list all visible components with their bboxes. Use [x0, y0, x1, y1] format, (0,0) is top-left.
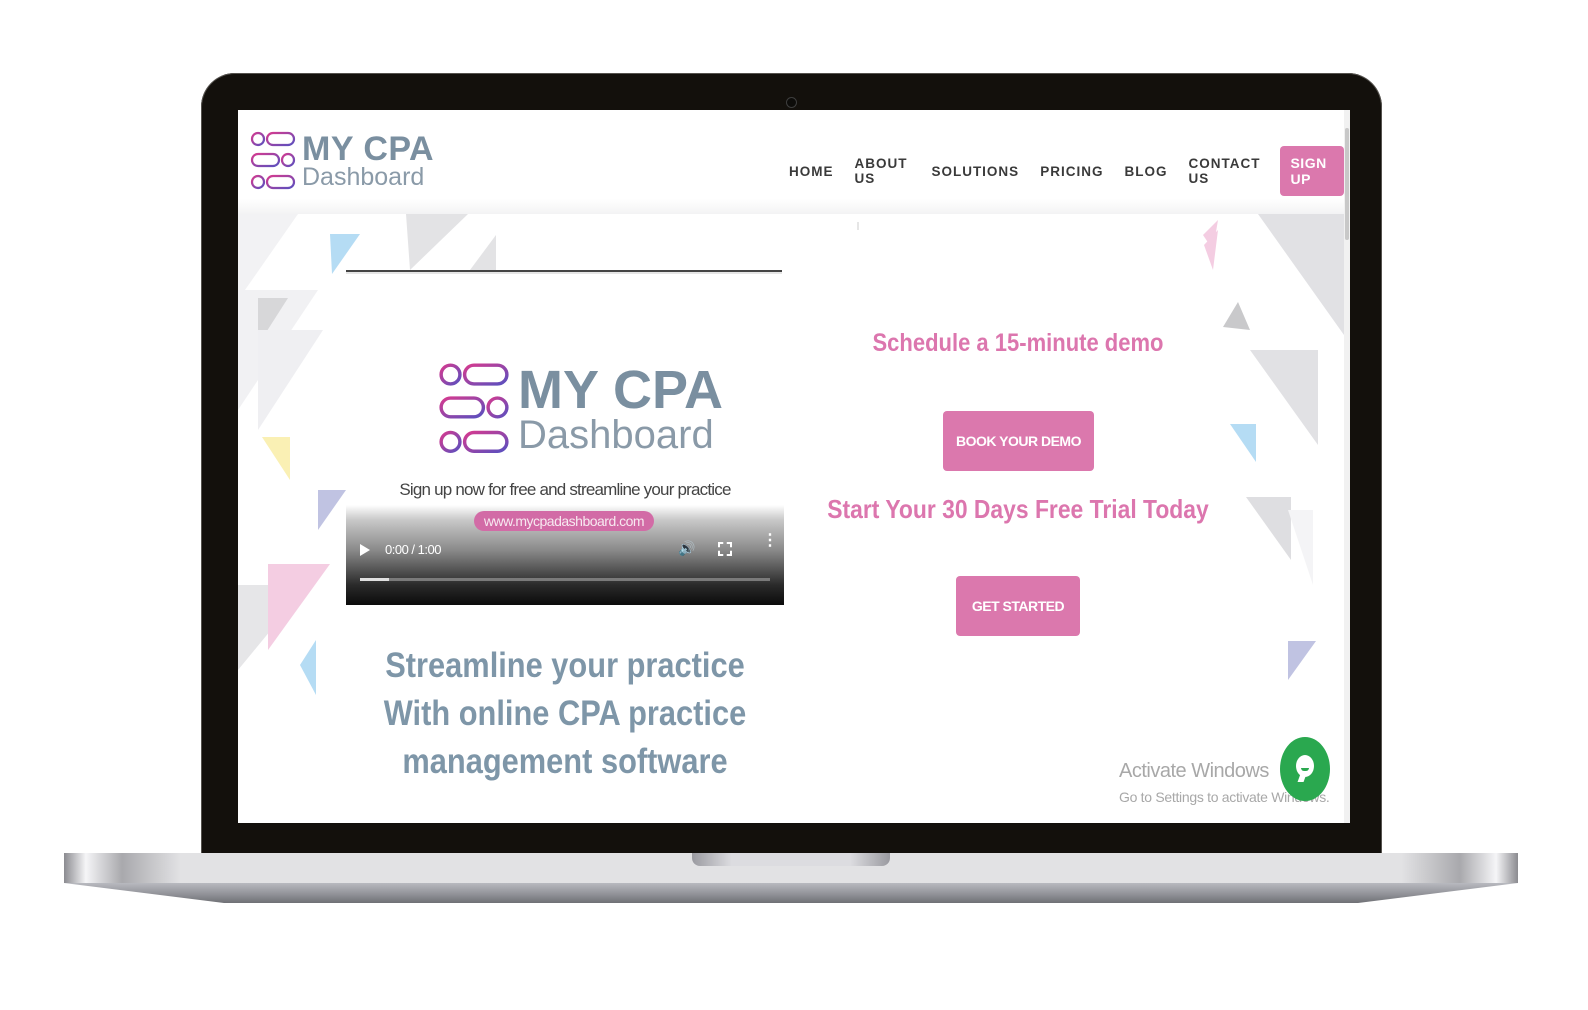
nav-blog[interactable]: BLOG [1124, 164, 1167, 179]
trial-title: Start Your 30 Days Free Trial Today [827, 494, 1209, 524]
webcam-icon [786, 97, 797, 108]
deco-triangle [1246, 497, 1291, 560]
site-logo[interactable]: MY CPA Dashboard [250, 130, 434, 192]
chat-bubble-tail [1297, 774, 1307, 782]
chat-widget-button[interactable] [1280, 737, 1330, 801]
scrollbar-thumb[interactable] [1345, 128, 1349, 240]
video-top-border-shadow [346, 272, 782, 274]
logo-title: MY CPA [302, 130, 435, 168]
deco-triangle [1288, 510, 1313, 585]
deco-triangle [238, 214, 298, 300]
deco-triangle [330, 234, 360, 274]
demo-title: Schedule a 15-minute demo [872, 329, 1164, 357]
site-header: MY CPA Dashboard HOME ABOUT US SOLUTIONS… [238, 110, 1344, 214]
deco-triangle [1250, 350, 1318, 445]
laptop-hinge-notch [692, 853, 890, 866]
deco-triangle [1258, 214, 1344, 335]
logo-subtitle: Dashboard [302, 163, 425, 191]
page-scrollbar[interactable] [1344, 110, 1350, 823]
video-tagline: Sign up now for free and streamline your… [399, 480, 731, 499]
deco-triangle [258, 330, 323, 430]
video-controls: 0:00 / 1:00 🔊 ⋮ [346, 532, 784, 572]
deco-triangle [318, 490, 346, 530]
laptop-base-bottom [64, 883, 1518, 903]
hero-headline: Streamline your practice With online CPA… [383, 646, 747, 781]
deco-triangle [300, 640, 316, 695]
deco-triangle [1288, 641, 1316, 680]
book-demo-button[interactable]: BOOK YOUR DEMO [943, 411, 1094, 471]
deco-triangle [1230, 424, 1256, 462]
deco-triangle [268, 564, 330, 650]
video-progress-bar[interactable] [360, 578, 770, 581]
video-url-badge: www.mycpadashboard.com [474, 511, 654, 531]
deco-triangle [262, 437, 290, 480]
fullscreen-icon[interactable] [718, 542, 732, 556]
main-nav: HOME ABOUT US SOLUTIONS PRICING BLOG CON… [789, 146, 1344, 196]
nav-about-us[interactable]: ABOUT US [855, 156, 911, 186]
nav-pricing[interactable]: PRICING [1040, 164, 1103, 179]
deco-triangle [470, 235, 496, 270]
video-logo: MY CPA Dashboard [438, 360, 723, 458]
video-logo-mark-icon [439, 363, 509, 453]
video-player[interactable]: MY CPA Dashboard Sign up now for free an… [346, 270, 784, 605]
sign-up-button[interactable]: SIGN UP [1280, 146, 1344, 196]
more-options-icon[interactable]: ⋮ [762, 533, 778, 549]
get-started-button[interactable]: GET STARTED [956, 576, 1080, 636]
video-logo-subtitle: Dashboard [518, 413, 714, 457]
deco-triangle [406, 214, 468, 270]
nav-solutions[interactable]: SOLUTIONS [931, 164, 1019, 179]
video-time: 0:00 / 1:00 [385, 542, 441, 557]
play-icon[interactable] [360, 544, 370, 556]
video-progress-fill [360, 578, 389, 581]
logo-mark-icon [250, 131, 296, 190]
video-logo-title: MY CPA [518, 360, 724, 420]
nav-contact-us[interactable]: CONTACT US [1188, 156, 1260, 186]
nav-home[interactable]: HOME [789, 164, 834, 179]
browser-viewport: MY CPA Dashboard HOME ABOUT US SOLUTIONS… [238, 110, 1350, 823]
deco-triangle [1223, 302, 1250, 330]
volume-icon[interactable]: 🔊 [678, 540, 695, 557]
